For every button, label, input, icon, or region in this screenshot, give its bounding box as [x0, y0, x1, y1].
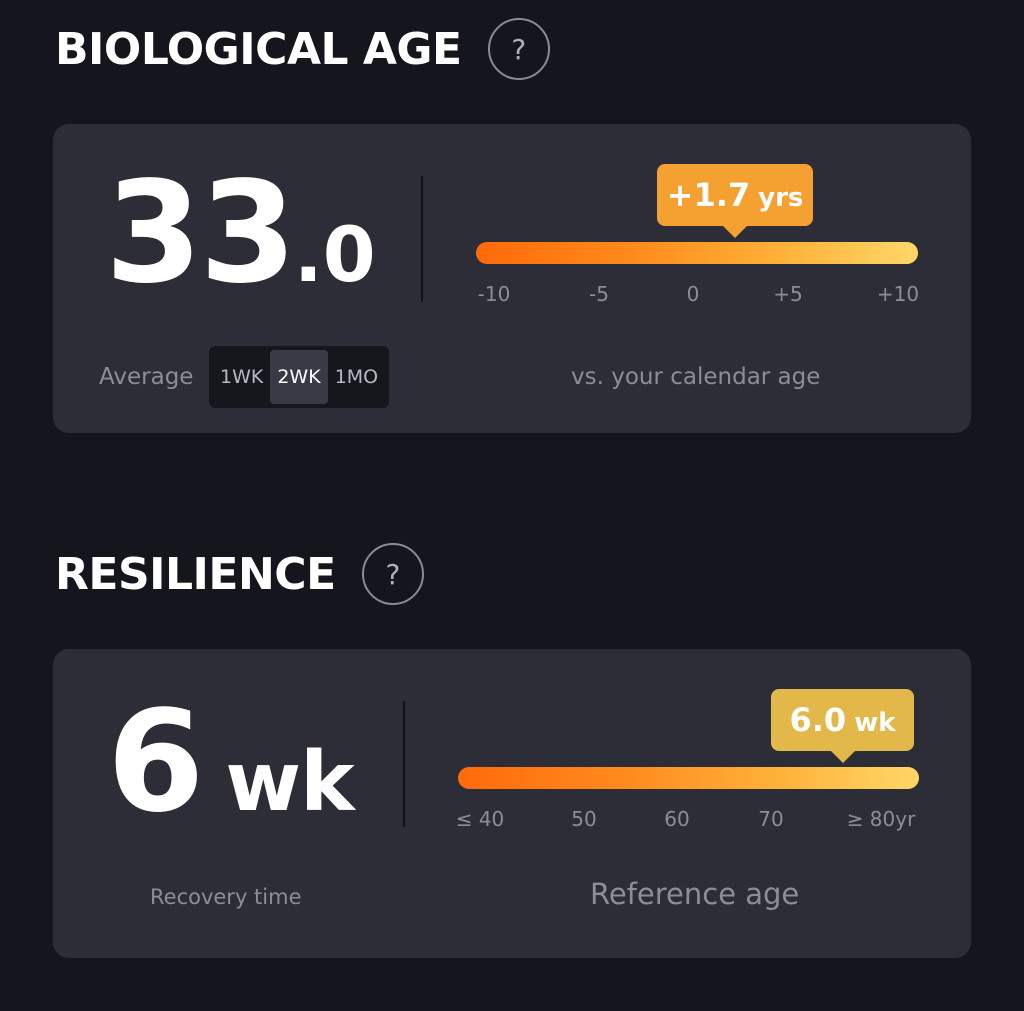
- range-1mo-button[interactable]: 1MO: [328, 350, 385, 404]
- biological-age-delta-badge: +1.7 yrs: [657, 164, 813, 238]
- scale-tick: ≥ 80yr: [846, 807, 916, 831]
- resilience-header: RESILIENCE ?: [55, 543, 424, 605]
- range-1wk-button[interactable]: 1WK: [213, 350, 270, 404]
- range-selector: 1WK 2WK 1MO: [209, 346, 390, 408]
- average-label: Average: [99, 364, 194, 390]
- biological-age-header: BIOLOGICAL AGE ?: [55, 18, 550, 80]
- biological-age-value: 33.0: [105, 164, 376, 325]
- badge-pointer-icon: [723, 226, 747, 238]
- biological-age-scale-bar: [476, 242, 918, 264]
- card-divider: [403, 701, 405, 827]
- scale-tick: 50: [571, 807, 597, 831]
- biological-age-caption: vs. your calendar age: [571, 364, 821, 390]
- scale-tick: 60: [664, 807, 690, 831]
- range-2wk-button[interactable]: 2WK: [270, 350, 328, 404]
- reference-age-caption: Reference age: [590, 877, 800, 911]
- resilience-reference-value: 6.0: [789, 701, 847, 739]
- resilience-reference-badge: 6.0 wk: [771, 689, 914, 763]
- biological-age-title: BIOLOGICAL AGE: [55, 23, 462, 75]
- resilience-title: RESILIENCE: [55, 548, 336, 600]
- card-divider: [421, 176, 423, 302]
- resilience-help-icon[interactable]: ?: [361, 543, 424, 605]
- resilience-card: 6 wk Recovery time 6.0 wk ≤ 40 50 60 70 ≥…: [53, 649, 971, 958]
- scale-tick: ≤ 40: [455, 807, 505, 831]
- scale-tick: -5: [589, 282, 609, 306]
- scale-tick: +5: [773, 282, 803, 306]
- biological-age-delta-value: +1.7: [666, 176, 751, 214]
- biological-age-help-icon[interactable]: ?: [487, 18, 550, 80]
- scale-tick: 70: [758, 807, 784, 831]
- scale-tick: -10: [477, 282, 511, 306]
- badge-pointer-icon: [831, 751, 855, 763]
- biological-age-card: 33.0 Average 1WK 2WK 1MO +1.7 yrs -10 -5…: [53, 124, 971, 433]
- scale-tick: +10: [876, 282, 920, 306]
- scale-tick: 0: [686, 282, 700, 306]
- biological-age-value-decimal: .0: [293, 210, 376, 299]
- resilience-value-unit: wk: [225, 735, 354, 830]
- resilience-value-number: 6: [107, 681, 204, 844]
- biological-age-delta-unit: yrs: [758, 183, 804, 213]
- resilience-value: 6 wk: [107, 693, 355, 853]
- resilience-reference-unit: wk: [854, 708, 896, 738]
- recovery-time-label: Recovery time: [150, 885, 302, 909]
- reference-age-scale-bar: [458, 767, 919, 789]
- biological-age-value-integer: 33: [105, 152, 297, 315]
